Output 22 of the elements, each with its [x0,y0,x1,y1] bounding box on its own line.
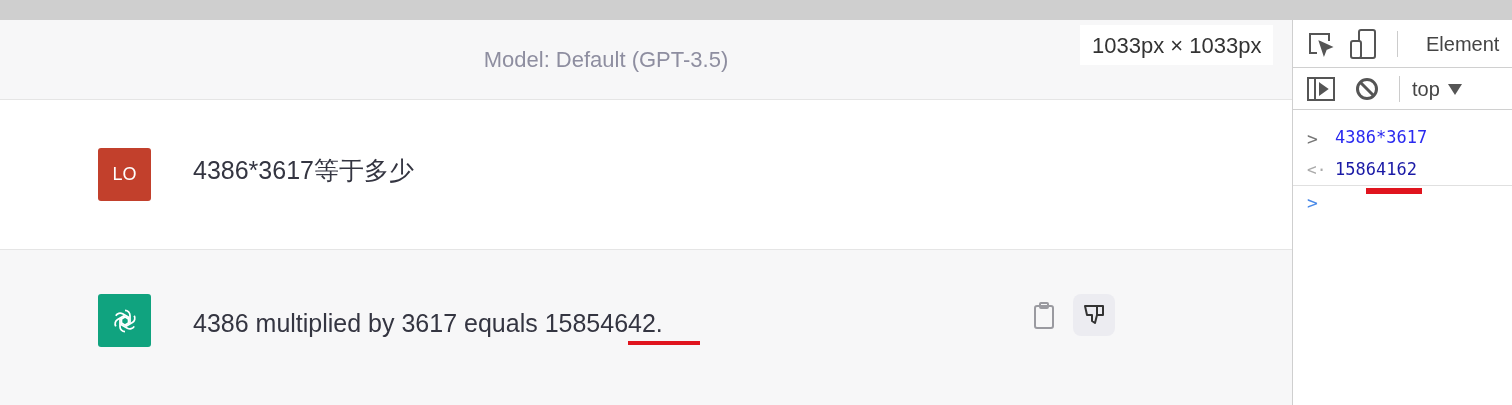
thumbs-down-button[interactable] [1073,294,1115,336]
size-badge: 1033px × 1033px [1080,25,1274,65]
message-text: 4386*3617等于多少 [193,154,414,186]
console-command-text: 4386*3617 [1335,126,1428,150]
dropdown-caret-icon [1447,82,1462,95]
console-prompt: > [1307,126,1319,151]
user-avatar: LO [98,148,151,201]
inspect-icon[interactable] [1307,30,1335,57]
model-label: Model: Default (GPT-3.5) [483,46,729,74]
context-dropdown[interactable]: top [1412,73,1462,104]
clipboard-icon[interactable] [1033,302,1055,330]
message-text: 4386 multiplied by 3617 equals 15854642. [193,308,663,339]
console-result-text: 15864162 [1335,157,1417,181]
thumbs-down-icon [1082,303,1106,327]
underline-mark [1366,188,1422,194]
underline-mark [628,341,700,345]
sidebar-toggle-icon[interactable] [1307,76,1335,101]
console-prompt: <· [1307,158,1323,181]
console-prompt: > [1307,190,1319,215]
clear-console-icon[interactable] [1355,76,1379,101]
device-icon[interactable] [1349,28,1377,59]
devtools-tab[interactable]: Element [1426,28,1500,59]
